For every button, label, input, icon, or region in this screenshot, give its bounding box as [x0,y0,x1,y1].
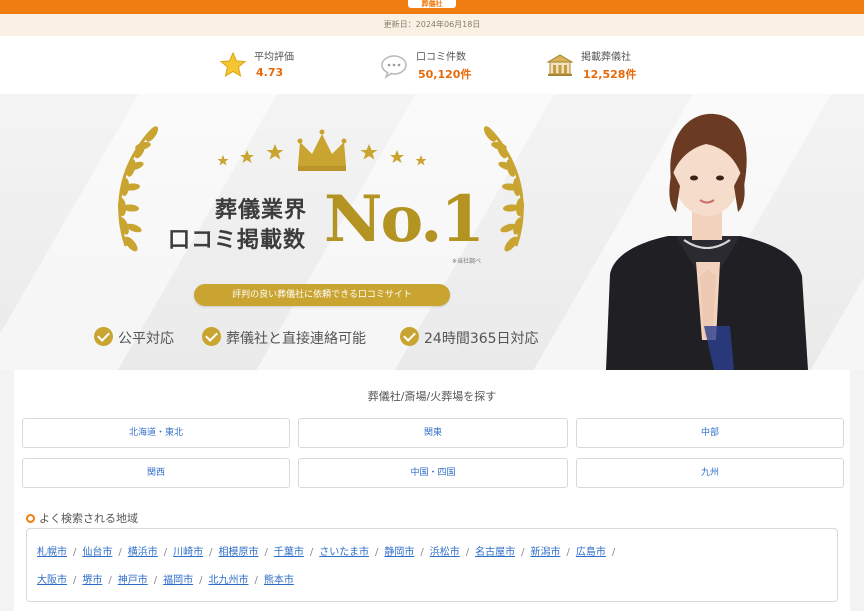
city-link[interactable]: 浜松市 [430,547,460,558]
city-link[interactable]: 札幌市 [37,547,67,558]
city-link[interactable]: 新潟市 [530,547,560,558]
frequent-row-2: 大阪市 / 堺市 / 神戸市 / 福岡市 / 北九州市 / 熊本市 [37,571,300,586]
link-separator: / [264,547,268,558]
link-separator: / [118,547,122,558]
top-bar: 葬儀社 [0,0,864,14]
link-separator: / [611,547,616,558]
frequent-areas-title: よく検索される地域 [26,510,138,526]
laurel-right-icon [483,126,525,252]
link-separator: / [374,547,379,558]
link-separator: / [108,575,112,586]
frequent-areas-box: 札幌市 / 仙台市 / 横浜市 / 川崎市 / 相模原市 / 千葉市 / さいたま市 / 静岡市 / 浜松市 / 名… [26,528,838,602]
region-button-hokkaido-tohoku[interactable]: 北海道・東北 [22,418,290,448]
stat-reviews: 口コミ件数 50,120件 [380,44,490,86]
city-link[interactable]: 広島市 [576,547,606,558]
city-link[interactable]: 静岡市 [384,547,414,558]
hero-headline-line2: 口コミ掲載数 [168,228,307,253]
chat-icon [381,55,407,79]
star-icon [219,51,247,78]
city-link[interactable]: 相模原市 [219,547,259,558]
staff-photo [606,113,808,370]
link-separator: / [199,575,203,586]
check-icon [94,327,113,346]
crown-icon [297,129,347,171]
hero-no1-badge: No.1 [324,182,485,257]
city-link[interactable]: 横浜市 [128,547,158,558]
city-link[interactable]: 大阪市 [37,575,67,586]
stat-reviews-value: 50,120件 [418,68,472,81]
link-separator: / [254,575,258,586]
city-link[interactable]: 千葉市 [274,547,304,558]
link-separator: / [73,547,77,558]
updated-date: 更新日：2024年06月18日 [0,14,864,36]
link-separator: / [566,547,570,558]
city-link[interactable]: 仙台市 [82,547,112,558]
region-button-kyushu[interactable]: 九州 [576,458,844,488]
city-link[interactable]: 川崎市 [173,547,203,558]
link-separator: / [153,575,158,586]
region-button-kanto[interactable]: 関東 [298,418,568,448]
laurel-left-icon [117,126,159,252]
feature-2-label: 葬儀社と直接連絡可能 [226,331,366,347]
stat-reviews-label: 口コミ件数 [416,52,466,63]
stats-bar: 平均評価 4.73 口コミ件数 50,120件 掲載葬儀社 12,528件 [0,36,864,94]
city-link[interactable]: 堺市 [82,575,102,586]
stat-rating: 平均評価 4.73 [218,44,318,86]
building-icon [546,54,574,76]
search-icon [26,514,35,523]
region-button-chugoku-shikoku[interactable]: 中国・四国 [298,458,568,488]
site-logo-text: 葬儀社 [421,0,443,8]
city-link[interactable]: 福岡市 [163,575,193,586]
link-separator: / [521,547,525,558]
hero-ribbon: 評判の良い葬儀社に依頼できる口コミサイト [194,284,450,306]
region-button-kansai[interactable]: 関西 [22,458,290,488]
hero-banner: 葬儀業界 口コミ掲載数 No.1 ※当社調べ 評判の良い葬儀社に依頼できる口コミ… [0,94,864,370]
region-button-chubu[interactable]: 中部 [576,418,844,448]
check-icon [400,327,419,346]
stat-rating-label: 平均評価 [254,52,294,63]
city-link[interactable]: 北九州市 [209,575,249,586]
feature-3-label: 24時間365日対応 [424,331,539,347]
city-link[interactable]: 熊本市 [264,575,294,586]
search-title: 葬儀社/斎場/火葬場を探す [367,390,497,403]
frequent-row-1: 札幌市 / 仙台市 / 横浜市 / 川崎市 / 相模原市 / 千葉市 / さいたま市 / 静岡市 / 浜松市 / 名… [37,543,621,558]
stat-companies-label: 掲載葬儀社 [581,52,631,63]
link-separator: / [163,547,168,558]
check-icon [202,327,221,346]
hero-no1-note: ※当社調べ [452,258,482,265]
frequent-areas-title-text: よく検索される地域 [39,512,138,525]
link-separator: / [73,575,77,586]
stat-companies: 掲載葬儀社 12,528件 [545,44,655,86]
link-separator: / [309,547,314,558]
city-link[interactable]: 名古屋市 [475,547,515,558]
link-separator: / [420,547,424,558]
feature-1-label: 公平対応 [118,331,174,347]
site-logo[interactable]: 葬儀社 [408,0,456,8]
city-link[interactable]: 神戸市 [118,575,148,586]
hero-headline-line1: 葬儀業界 [215,198,308,223]
link-separator: / [465,547,470,558]
city-link[interactable]: さいたま市 [319,547,369,558]
link-separator: / [209,547,213,558]
stat-rating-value: 4.73 [256,66,284,79]
stat-companies-value: 12,528件 [583,68,637,81]
